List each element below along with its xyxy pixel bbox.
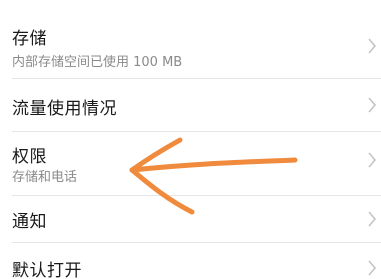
settings-item-title: 存储	[12, 29, 47, 49]
chevron-right-icon	[368, 211, 377, 227]
settings-item-permissions[interactable]: 权限 存储和电话	[0, 132, 381, 195]
settings-item-title: 默认打开	[12, 261, 82, 279]
app-info-screen: 存储 内部存储空间已使用 100 MB 流量使用情况 权限 存储和电话 通知 默…	[0, 0, 381, 279]
settings-item-subtitle: 存储和电话	[12, 170, 78, 185]
settings-item-subtitle: 内部存储空间已使用 100 MB	[12, 55, 183, 70]
settings-item-title: 通知	[12, 212, 47, 232]
chevron-right-icon	[368, 152, 377, 168]
settings-item-title: 流量使用情况	[12, 99, 117, 119]
chevron-right-icon	[368, 260, 377, 276]
settings-item-open-by-default[interactable]: 默认打开	[0, 243, 381, 279]
settings-item-title: 权限	[12, 147, 47, 167]
settings-item-data-usage[interactable]: 流量使用情况	[0, 79, 381, 131]
settings-item-storage[interactable]: 存储 内部存储空间已使用 100 MB	[0, 0, 381, 78]
chevron-right-icon	[368, 38, 377, 54]
settings-item-notifications[interactable]: 通知	[0, 196, 381, 242]
chevron-right-icon	[368, 97, 377, 113]
